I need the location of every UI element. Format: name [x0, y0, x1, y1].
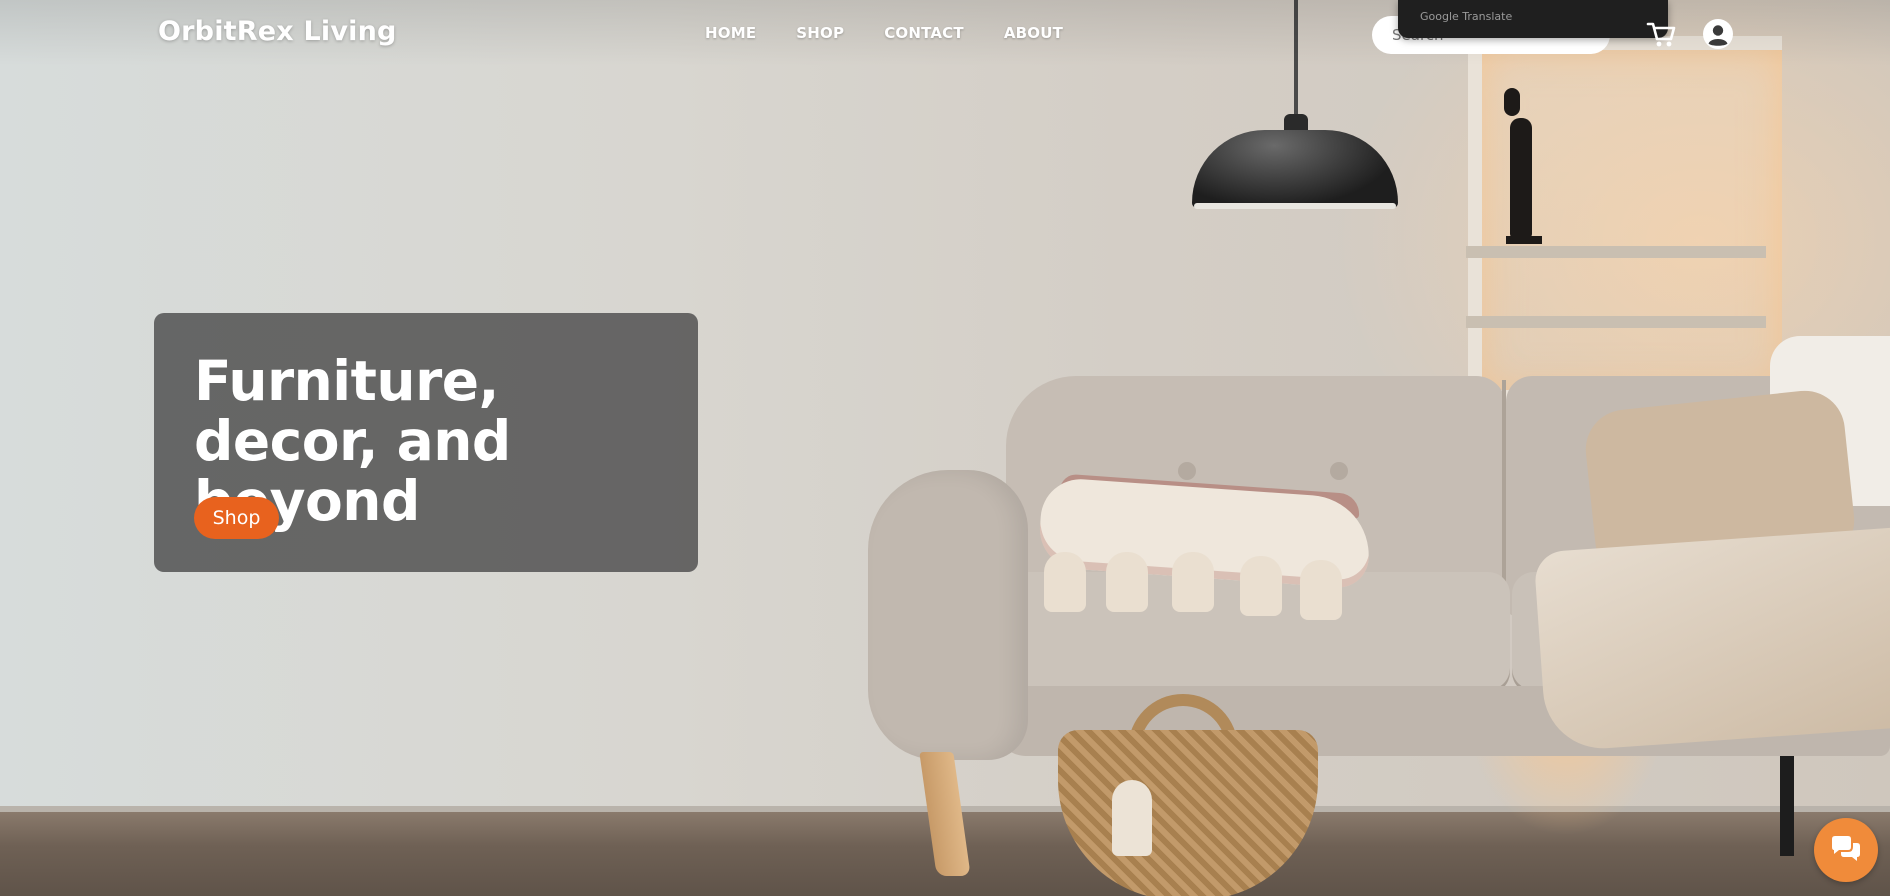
- nav-home[interactable]: HOME: [705, 24, 756, 42]
- lamp-rim: [1194, 203, 1396, 209]
- shelf: [1466, 316, 1766, 328]
- nav-shop[interactable]: SHOP: [796, 24, 844, 42]
- cat-sculpture-base: [1506, 236, 1542, 244]
- cart-icon[interactable]: [1646, 18, 1678, 50]
- shop-button[interactable]: Shop: [194, 497, 279, 539]
- sofa-leg: [1780, 756, 1794, 856]
- cat-sculpture: [1510, 118, 1532, 238]
- pillow-tassel: [1172, 552, 1214, 612]
- basket-tassel: [1112, 780, 1152, 856]
- main-nav: HOME SHOP CONTACT ABOUT: [705, 24, 1063, 42]
- translate-label: Google Translate: [1420, 10, 1513, 23]
- nav-about[interactable]: ABOUT: [1004, 24, 1063, 42]
- knit-throw-blanket: [1533, 527, 1890, 753]
- pillow-tassel: [1044, 552, 1086, 612]
- sofa-arm: [868, 470, 1028, 760]
- nav-contact[interactable]: CONTACT: [884, 24, 964, 42]
- hero-card: Furniture, decor, and beyond Shop: [154, 313, 698, 572]
- cat-sculpture-head: [1504, 88, 1520, 116]
- user-account-icon[interactable]: [1702, 18, 1734, 50]
- chat-bubbles-icon: [1832, 836, 1860, 861]
- pillow-tassel: [1106, 552, 1148, 612]
- google-translate-bar[interactable]: Google Translate: [1398, 0, 1668, 38]
- pillow-tassel: [1300, 560, 1342, 620]
- sofa-button: [1178, 462, 1196, 480]
- site-logo[interactable]: OrbitRex Living: [158, 16, 397, 47]
- pillow-tassel: [1240, 556, 1282, 616]
- sofa-button: [1330, 462, 1348, 480]
- shelf: [1466, 246, 1766, 258]
- chat-button[interactable]: [1814, 818, 1878, 882]
- site-header: OrbitRex Living HOME SHOP CONTACT ABOUT …: [0, 0, 1890, 66]
